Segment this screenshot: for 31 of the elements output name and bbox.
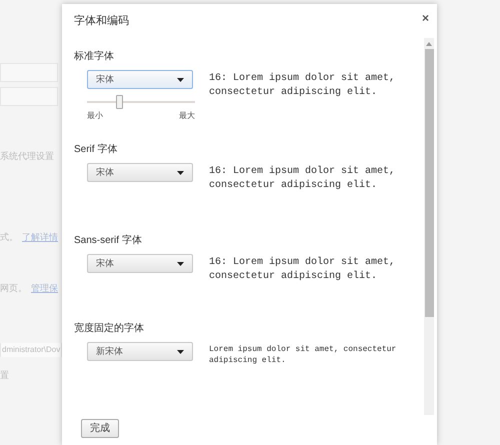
caret-icon [177, 78, 184, 82]
done-button[interactable]: 完成 [81, 419, 119, 438]
scrollbar[interactable] [424, 38, 434, 415]
font-preview: Lorem ipsum dolor sit amet, consectetur adipiscing elit. [209, 344, 396, 366]
font-dropdown[interactable]: 宋体 [87, 70, 193, 89]
section-heading: Serif 字体 [74, 143, 118, 157]
setting-text: 系统代理设置 [0, 150, 54, 164]
font-size-slider[interactable] [87, 95, 195, 109]
font-preview: 16: Lorem ipsum dolor sit amet, consectetur adipiscing elit. [209, 72, 396, 100]
font-preview: 16: Lorem ipsum dolor sit amet, consectetur adipiscing elit. [209, 165, 396, 193]
setting-text: 式。 [0, 231, 18, 244]
setting-text: 置 [0, 369, 9, 382]
path-field: dministrator\Dov [0, 343, 62, 357]
caret-icon [177, 350, 184, 354]
font-preview: 16: Lorem ipsum dolor sit amet, consectetur adipiscing elit. [209, 256, 396, 284]
scrollbar-thumb[interactable] [424, 49, 434, 317]
slider-label: 最大 [179, 110, 195, 122]
caret-icon [177, 262, 184, 266]
close-button[interactable]: × [422, 12, 429, 24]
section-heading: 标准字体 [74, 50, 115, 64]
scroll-up-icon[interactable] [426, 42, 432, 46]
slider-thumb[interactable] [116, 95, 124, 109]
font-dropdown[interactable]: 宋体 [87, 163, 193, 182]
section-heading: Sans-serif 字体 [74, 234, 143, 248]
caret-icon [177, 170, 184, 174]
setting-text: 网页。 [0, 282, 27, 296]
dialog-title: 字体和编码 [74, 14, 129, 29]
slider-label: 最小 [87, 110, 103, 122]
font-dropdown[interactable]: 宋体 [87, 254, 193, 273]
font-dropdown[interactable]: 新宋体 [87, 342, 193, 361]
section-heading: 宽度固定的字体 [74, 322, 145, 336]
